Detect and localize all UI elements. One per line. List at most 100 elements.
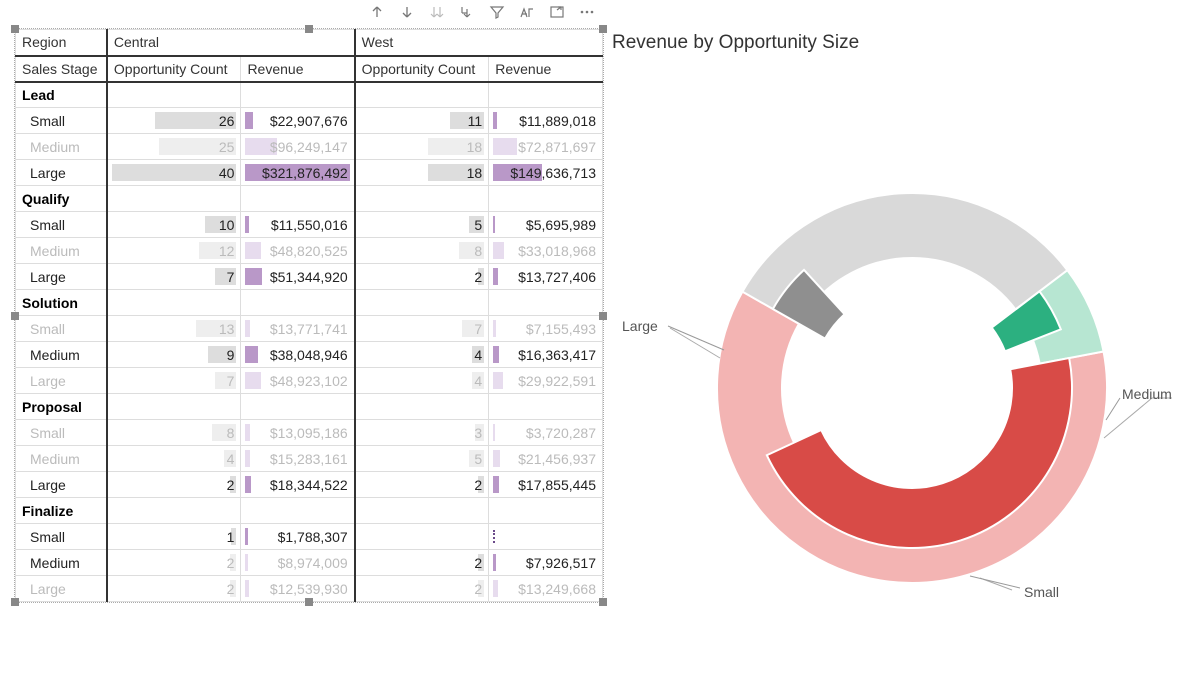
size-row[interactable]: Large (16, 576, 107, 602)
revenue-cell[interactable]: $11,550,016 (241, 212, 355, 238)
revenue-cell[interactable]: $321,876,492 (241, 160, 355, 186)
revenue-cell[interactable]: $17,855,445 (489, 472, 603, 498)
region-header-west[interactable]: West (355, 30, 603, 56)
opportunity-count-cell[interactable]: 40 (107, 160, 241, 186)
opportunity-count-cell[interactable]: 4 (355, 342, 489, 368)
size-row[interactable]: Large (16, 264, 107, 290)
size-row[interactable]: Medium (16, 134, 107, 160)
measure-header[interactable]: Revenue (241, 56, 355, 82)
size-row[interactable]: Small (16, 420, 107, 446)
size-row[interactable]: Large (16, 160, 107, 186)
revenue-cell[interactable]: $48,820,525 (241, 238, 355, 264)
opportunity-count-cell[interactable]: 12 (107, 238, 241, 264)
opportunity-count-cell[interactable]: 2 (107, 472, 241, 498)
revenue-cell[interactable]: $13,249,668 (489, 576, 603, 602)
opportunity-count-cell[interactable]: 4 (107, 446, 241, 472)
opportunity-count-cell[interactable]: 2 (107, 576, 241, 602)
revenue-cell[interactable]: $3,720,287 (489, 420, 603, 446)
revenue-cell[interactable]: $29,922,591 (489, 368, 603, 394)
size-row[interactable]: Small (16, 524, 107, 550)
revenue-cell[interactable]: $72,871,697 (489, 134, 603, 160)
opportunity-count-cell[interactable]: 7 (107, 264, 241, 290)
opportunity-count-cell[interactable]: 5 (355, 446, 489, 472)
measure-header[interactable]: Opportunity Count (355, 56, 489, 82)
expand-all-icon[interactable] (429, 4, 445, 20)
size-row[interactable]: Large (16, 472, 107, 498)
size-row[interactable]: Small (16, 108, 107, 134)
donut-visual[interactable]: Revenue by Opportunity Size Large Medium… (612, 32, 1184, 678)
opportunity-count-cell[interactable]: 2 (355, 550, 489, 576)
opportunity-count-cell[interactable]: 26 (107, 108, 241, 134)
opportunity-count-cell[interactable]: 2 (355, 576, 489, 602)
measure-header[interactable]: Revenue (489, 56, 603, 82)
revenue-cell[interactable]: $22,907,676 (241, 108, 355, 134)
size-row[interactable]: Medium (16, 550, 107, 576)
revenue-cell[interactable]: $18,344,522 (241, 472, 355, 498)
revenue-cell[interactable]: $1,788,307 (241, 524, 355, 550)
stage-group[interactable]: Solution (16, 290, 107, 316)
opportunity-count-cell[interactable]: 7 (355, 316, 489, 342)
opportunity-count-cell[interactable]: 13 (107, 316, 241, 342)
revenue-cell[interactable]: $7,926,517 (489, 550, 603, 576)
opportunity-count-cell[interactable]: 10 (107, 212, 241, 238)
revenue-cell[interactable]: $96,249,147 (241, 134, 355, 160)
revenue-cell[interactable]: $8,974,009 (241, 550, 355, 576)
region-header-central[interactable]: Central (107, 30, 355, 56)
stage-group[interactable]: Finalize (16, 498, 107, 524)
revenue-cell[interactable]: $12,539,930 (241, 576, 355, 602)
size-row[interactable]: Large (16, 368, 107, 394)
revenue-cell[interactable]: $21,456,937 (489, 446, 603, 472)
size-row[interactable]: Medium (16, 342, 107, 368)
revenue-cell[interactable]: $13,727,406 (489, 264, 603, 290)
opportunity-count-cell[interactable]: 4 (355, 368, 489, 394)
revenue-cell[interactable] (489, 524, 603, 550)
stage-group[interactable]: Lead (16, 82, 107, 108)
more-options-icon[interactable] (579, 4, 595, 20)
opportunity-count-cell[interactable]: 1 (107, 524, 241, 550)
revenue-cell[interactable]: $51,344,920 (241, 264, 355, 290)
opportunity-count-cell[interactable]: 2 (355, 472, 489, 498)
revenue-cell[interactable]: $7,155,493 (489, 316, 603, 342)
size-row[interactable]: Medium (16, 238, 107, 264)
opportunity-count-cell[interactable]: 8 (107, 420, 241, 446)
focus-mode-icon[interactable] (549, 4, 565, 20)
measure-header[interactable]: Opportunity Count (107, 56, 241, 82)
revenue-cell[interactable]: $13,771,741 (241, 316, 355, 342)
spotlight-icon[interactable] (519, 4, 535, 20)
revenue-cell[interactable]: $48,923,102 (241, 368, 355, 394)
goto-level-icon[interactable] (459, 4, 475, 20)
corner-region[interactable]: Region (16, 30, 107, 56)
chart-title: Revenue by Opportunity Size (612, 32, 1184, 54)
size-row[interactable]: Medium (16, 446, 107, 472)
opportunity-count-cell[interactable]: 2 (355, 264, 489, 290)
stage-group[interactable]: Qualify (16, 186, 107, 212)
opportunity-count-cell[interactable]: 2 (107, 550, 241, 576)
revenue-cell[interactable]: $16,363,417 (489, 342, 603, 368)
corner-stage[interactable]: Sales Stage (16, 56, 107, 82)
drill-down-icon[interactable] (399, 4, 415, 20)
revenue-cell[interactable]: $38,048,946 (241, 342, 355, 368)
opportunity-count-cell[interactable]: 18 (355, 160, 489, 186)
opportunity-count-cell[interactable]: 5 (355, 212, 489, 238)
opportunity-count-cell[interactable]: 11 (355, 108, 489, 134)
opportunity-count-cell[interactable]: 18 (355, 134, 489, 160)
revenue-cell[interactable]: $5,695,989 (489, 212, 603, 238)
revenue-cell[interactable]: $15,283,161 (241, 446, 355, 472)
chart-area[interactable]: Large Medium Small (612, 58, 1184, 678)
matrix-visual[interactable]: Region Central West Sales Stage Opportun… (14, 28, 604, 603)
size-row[interactable]: Small (16, 316, 107, 342)
revenue-cell[interactable]: $149,636,713 (489, 160, 603, 186)
opportunity-count-cell[interactable] (355, 524, 489, 550)
drill-up-icon[interactable] (369, 4, 385, 20)
opportunity-count-cell[interactable]: 8 (355, 238, 489, 264)
opportunity-count-cell[interactable]: 7 (107, 368, 241, 394)
revenue-cell[interactable]: $33,018,968 (489, 238, 603, 264)
revenue-cell[interactable]: $13,095,186 (241, 420, 355, 446)
opportunity-count-cell[interactable]: 25 (107, 134, 241, 160)
size-row[interactable]: Small (16, 212, 107, 238)
opportunity-count-cell[interactable]: 9 (107, 342, 241, 368)
opportunity-count-cell[interactable]: 3 (355, 420, 489, 446)
revenue-cell[interactable]: $11,889,018 (489, 108, 603, 134)
stage-group[interactable]: Proposal (16, 394, 107, 420)
filter-icon[interactable] (489, 4, 505, 20)
